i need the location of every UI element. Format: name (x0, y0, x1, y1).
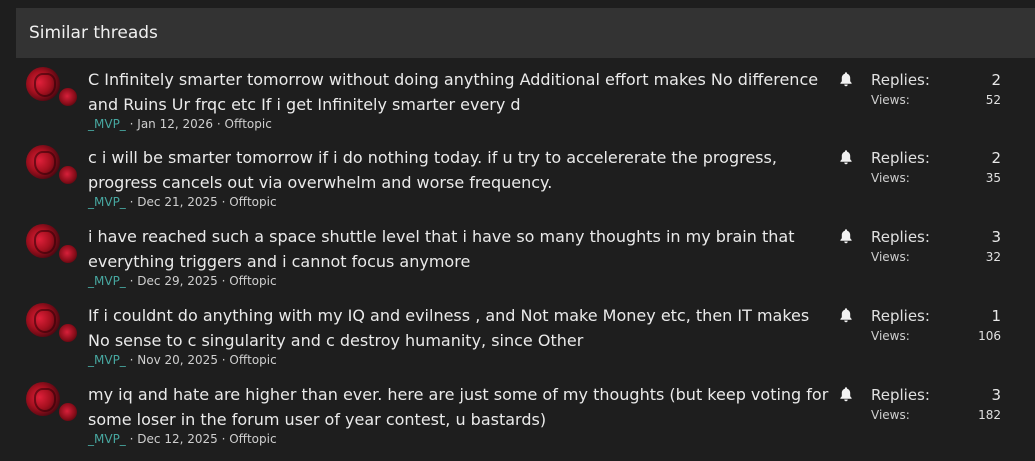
avatar[interactable] (26, 145, 78, 185)
thread-forum-link[interactable]: Offtopic (229, 274, 276, 288)
avatar-image[interactable] (26, 145, 60, 179)
views-label: Views: (871, 171, 910, 185)
thread-date: Dec 12, 2025 (137, 432, 218, 446)
replies-count: 3 (991, 227, 1001, 246)
thread-stats: Replies: 1 Views: 106 (871, 303, 1001, 344)
thread-stats: Replies: 3 Views: 182 (871, 382, 1001, 423)
avatar-image[interactable] (26, 303, 60, 337)
thread-meta: _MVP_ · Dec 12, 2025 · Offtopic (88, 432, 277, 446)
thread-author-link[interactable]: _MVP_ (88, 195, 126, 209)
thread-author-link[interactable]: _MVP_ (88, 432, 126, 446)
avatar[interactable] (26, 67, 78, 107)
views-count: 35 (985, 171, 1001, 185)
similar-threads-panel: Similar threads C Infinitely smarter tom… (16, 8, 1035, 449)
avatar-image[interactable] (26, 382, 60, 416)
bell-icon[interactable] (838, 71, 854, 87)
replies-label: Replies: (871, 227, 930, 246)
views-count: 106 (978, 329, 1001, 343)
thread-forum-link[interactable]: Offtopic (229, 353, 276, 367)
bell-icon[interactable] (838, 149, 854, 165)
replies-count: 3 (991, 385, 1001, 404)
avatar-image[interactable] (26, 67, 60, 101)
section-title: Similar threads (29, 23, 158, 43)
thread-meta: _MVP_ · Jan 12, 2026 · Offtopic (88, 117, 272, 131)
thread-stats: Replies: 3 Views: 32 (871, 224, 1001, 265)
thread-forum-link[interactable]: Offtopic (225, 117, 272, 131)
avatar-badge (58, 323, 78, 343)
avatar-badge (58, 165, 78, 185)
views-count: 182 (978, 408, 1001, 422)
avatar-badge (58, 87, 78, 107)
thread-forum-link[interactable]: Offtopic (229, 432, 276, 446)
thread-date: Nov 20, 2025 (137, 353, 218, 367)
thread-date: Dec 29, 2025 (137, 274, 218, 288)
views-label: Views: (871, 329, 910, 343)
avatar-badge (58, 402, 78, 422)
views-count: 32 (985, 250, 1001, 264)
bell-icon[interactable] (838, 307, 854, 323)
meta-separator: · (216, 117, 225, 131)
bell-icon[interactable] (838, 228, 854, 244)
thread-forum-link[interactable]: Offtopic (229, 195, 276, 209)
thread-title-link[interactable]: C Infinitely smarter tomorrow without do… (88, 67, 833, 117)
avatar[interactable] (26, 382, 78, 422)
thread-date: Dec 21, 2025 (137, 195, 218, 209)
replies-label: Replies: (871, 148, 930, 167)
thread-author-link[interactable]: _MVP_ (88, 274, 126, 288)
views-label: Views: (871, 408, 910, 422)
replies-count: 2 (991, 148, 1001, 167)
thread-title-link[interactable]: my iq and hate are higher than ever. her… (88, 382, 833, 432)
thread-item: i have reached such a space shuttle leve… (16, 224, 1035, 303)
thread-item: C Infinitely smarter tomorrow without do… (16, 67, 1035, 146)
views-label: Views: (871, 250, 910, 264)
section-header: Similar threads (16, 8, 1035, 58)
avatar[interactable] (26, 224, 78, 264)
thread-meta: _MVP_ · Dec 21, 2025 · Offtopic (88, 195, 277, 209)
bell-icon[interactable] (838, 386, 854, 402)
views-label: Views: (871, 93, 910, 107)
replies-count: 2 (991, 70, 1001, 89)
thread-stats: Replies: 2 Views: 35 (871, 145, 1001, 186)
thread-meta: _MVP_ · Dec 29, 2025 · Offtopic (88, 274, 277, 288)
thread-item: my iq and hate are higher than ever. her… (16, 382, 1035, 461)
replies-label: Replies: (871, 306, 930, 325)
thread-meta: _MVP_ · Nov 20, 2025 · Offtopic (88, 353, 277, 367)
thread-stats: Replies: 2 Views: 52 (871, 67, 1001, 108)
thread-item: If i couldnt do anything with my IQ and … (16, 303, 1035, 382)
replies-label: Replies: (871, 70, 930, 89)
thread-title-link[interactable]: c i will be smarter tomorrow if i do not… (88, 145, 833, 195)
replies-count: 1 (991, 306, 1001, 325)
thread-date: Jan 12, 2026 (137, 117, 214, 131)
thread-title-link[interactable]: i have reached such a space shuttle leve… (88, 224, 833, 274)
replies-label: Replies: (871, 385, 930, 404)
views-count: 52 (985, 93, 1001, 107)
avatar-image[interactable] (26, 224, 60, 258)
thread-item: c i will be smarter tomorrow if i do not… (16, 145, 1035, 224)
avatar[interactable] (26, 303, 78, 343)
thread-title-link[interactable]: If i couldnt do anything with my IQ and … (88, 303, 833, 353)
thread-author-link[interactable]: _MVP_ (88, 117, 126, 131)
thread-author-link[interactable]: _MVP_ (88, 353, 126, 367)
avatar-badge (58, 244, 78, 264)
